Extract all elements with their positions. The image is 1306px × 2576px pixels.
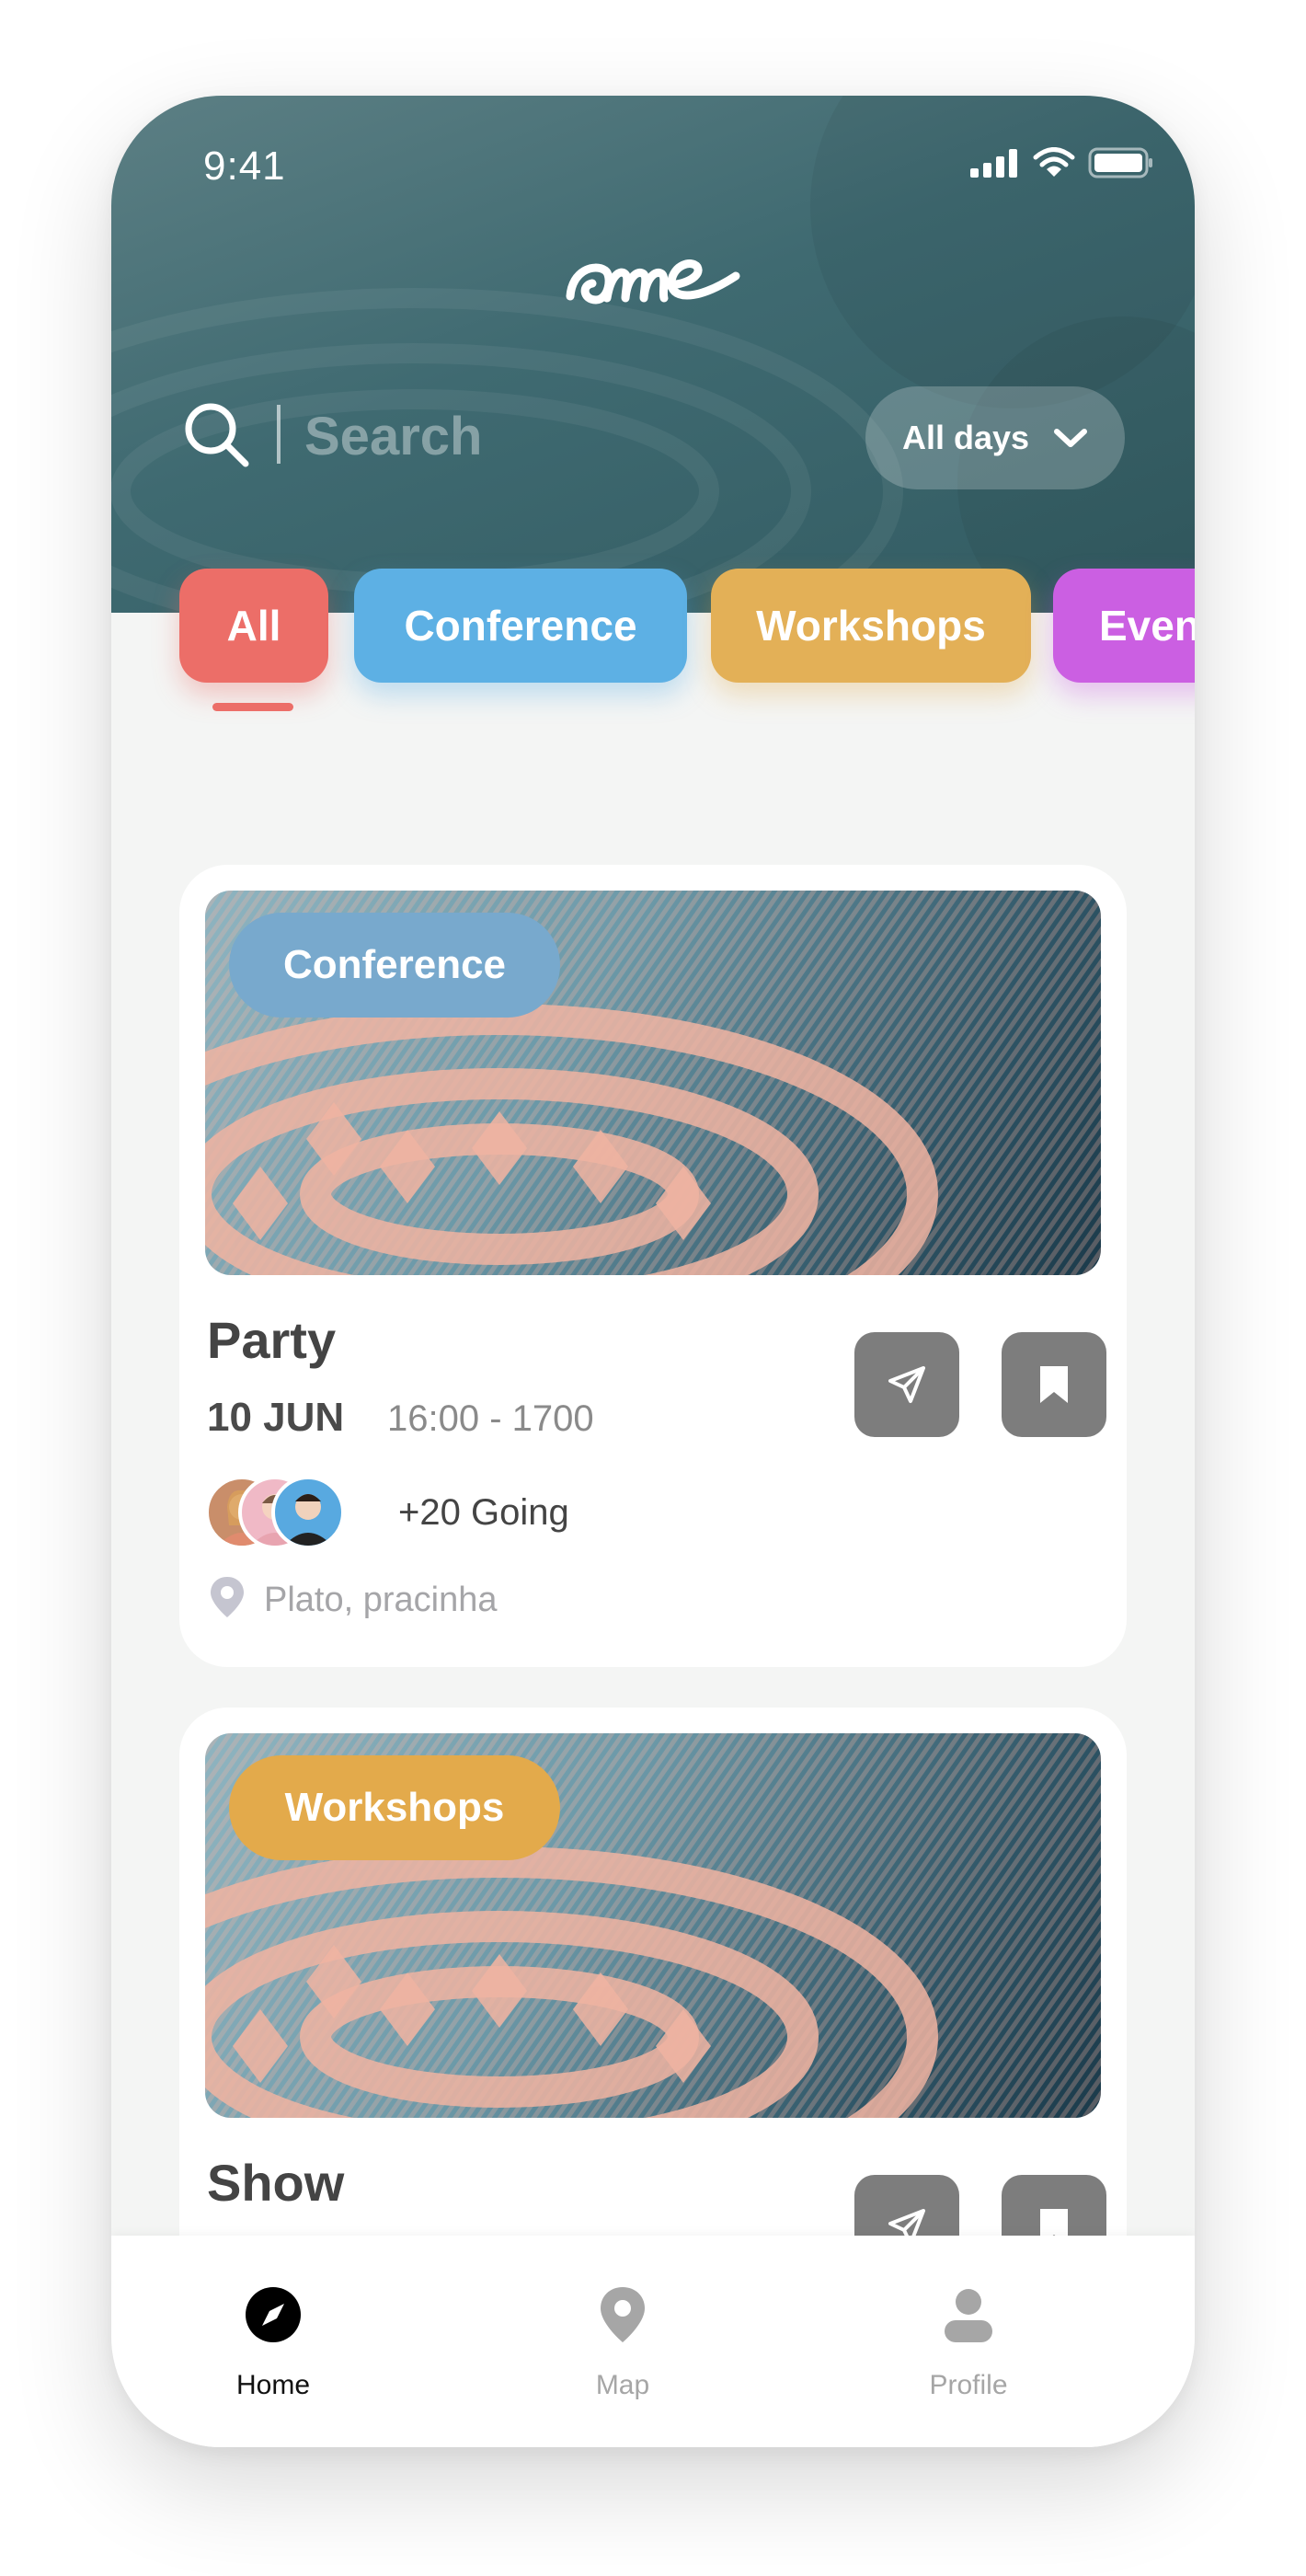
attendee-count: +20 Going xyxy=(398,1492,569,1533)
selected-category-indicator xyxy=(212,703,293,711)
nav-item-profile[interactable]: Profile xyxy=(858,2236,1079,2447)
nav-label: Profile xyxy=(929,2370,1008,2400)
category-chip-all[interactable]: All xyxy=(179,569,328,683)
event-card[interactable]: Conference Party 10 JUN 16:00 - 1700 +20… xyxy=(179,865,1127,1667)
bookmark-button[interactable] xyxy=(1002,1332,1106,1437)
event-location: Plato, pracinha xyxy=(264,1581,498,1619)
map-pin-icon xyxy=(601,2287,645,2342)
days-filter-label: All days xyxy=(901,419,1030,456)
app-logo xyxy=(566,259,740,305)
search-icon[interactable] xyxy=(181,399,251,469)
event-time: 16:00 - 1700 xyxy=(387,1398,594,1439)
battery-icon xyxy=(1088,147,1152,178)
nav-item-map[interactable]: Map xyxy=(512,2236,733,2447)
event-category-badge: Conference xyxy=(229,913,560,1018)
search-divider xyxy=(277,405,281,464)
category-chip-events[interactable]: Events xyxy=(1053,569,1195,683)
days-filter-dropdown[interactable]: All days xyxy=(865,386,1125,489)
bookmark-icon xyxy=(1040,1366,1068,1403)
nav-item-home[interactable]: Home xyxy=(163,2236,384,2447)
status-time: 9:41 xyxy=(203,144,286,189)
category-chip-workshops[interactable]: Workshops xyxy=(711,569,1031,683)
search-input[interactable] xyxy=(304,399,617,473)
status-bar: 9:41 xyxy=(111,134,1195,199)
bottom-navigation: Home Map Profile xyxy=(111,2236,1195,2447)
user-icon xyxy=(945,2289,992,2342)
nav-label: Home xyxy=(235,2370,311,2400)
header: 9:41 Search All days xyxy=(111,96,1195,613)
chevron-down-icon xyxy=(1054,429,1088,447)
location-pin-icon xyxy=(211,1577,244,1617)
status-icons xyxy=(970,147,1154,178)
compass-icon xyxy=(246,2287,301,2342)
event-image: Conference xyxy=(205,891,1101,1275)
share-button[interactable] xyxy=(854,1332,959,1437)
category-chip-conference[interactable]: Conference xyxy=(354,569,687,683)
event-title: Show xyxy=(207,2154,345,2212)
event-date: 10 JUN xyxy=(207,1395,345,1440)
attendee-avatars xyxy=(205,1476,371,1549)
category-tabs: All Conference Workshops Events xyxy=(111,569,1195,688)
event-title: Party xyxy=(207,1311,337,1369)
nav-label: Map xyxy=(595,2370,650,2400)
wifi-icon xyxy=(1033,147,1075,177)
signal-icon xyxy=(970,149,1017,178)
event-category-badge: Workshops xyxy=(229,1755,560,1860)
phone-frame: 9:41 Search All days All Conference Work… xyxy=(111,96,1195,2447)
avatar xyxy=(271,1476,345,1549)
event-image: Workshops xyxy=(205,1733,1101,2118)
send-icon xyxy=(888,1366,925,1403)
